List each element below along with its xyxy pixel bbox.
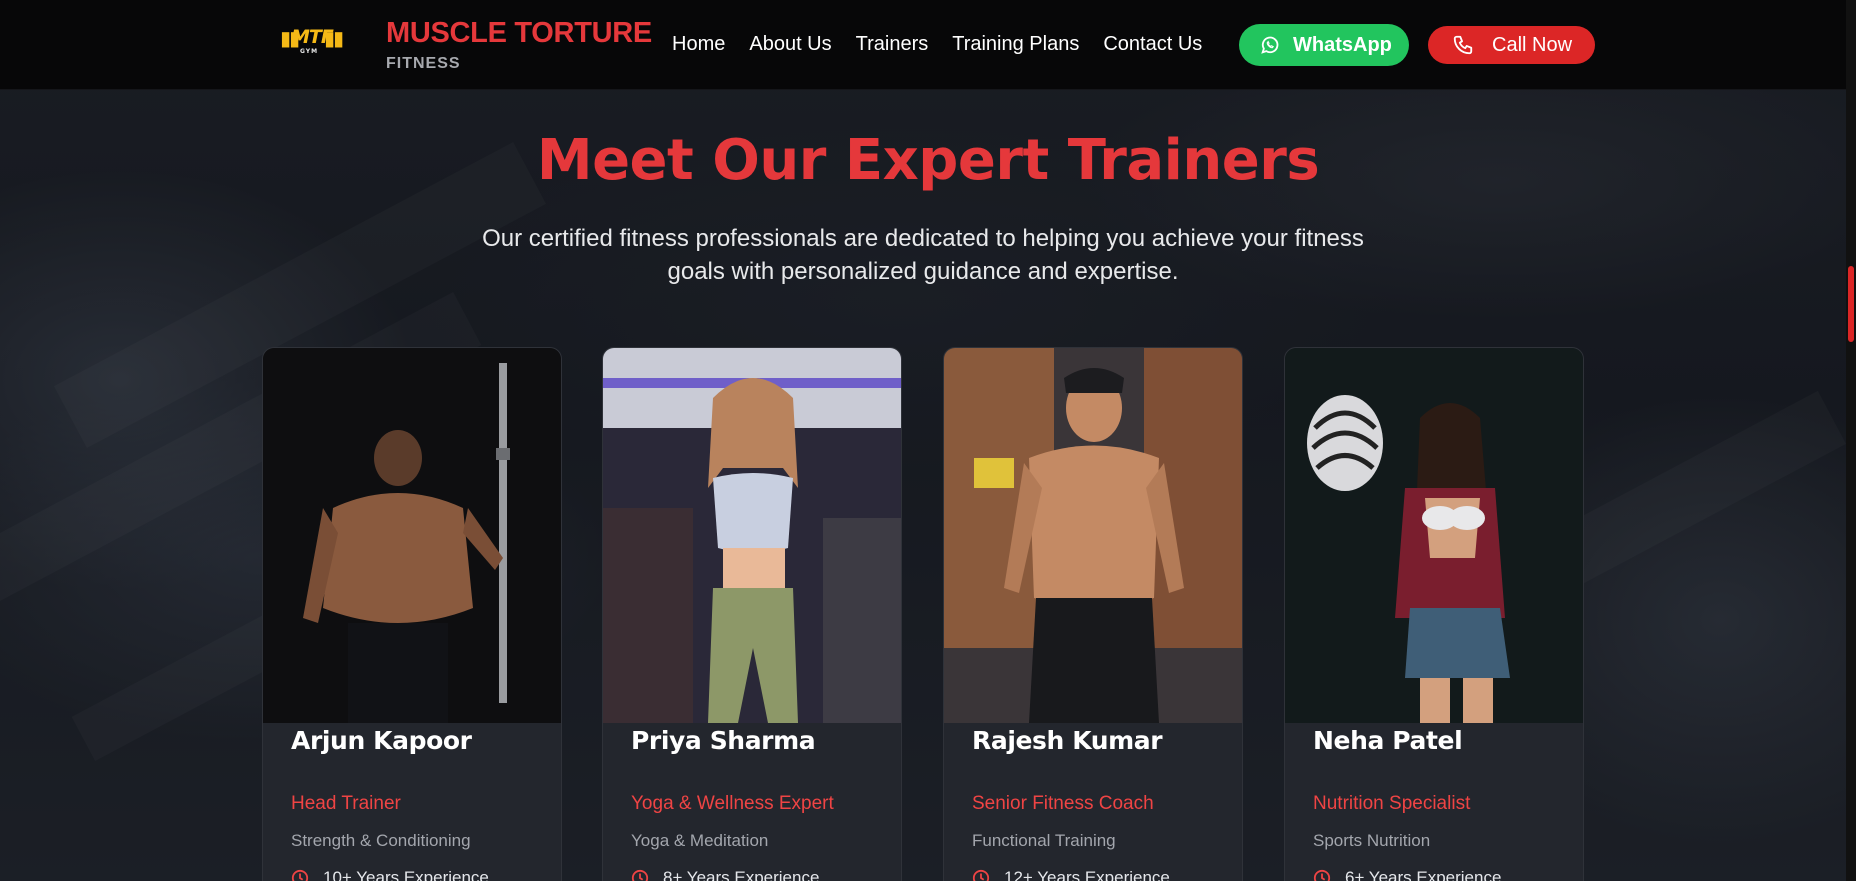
- site-header: ▮▮ MTF ▮▮ GYM MUSCLE TORTURE FITNESS Hom…: [0, 0, 1856, 90]
- experience-text: 10+ Years Experience: [323, 868, 489, 881]
- clock-icon: [972, 869, 990, 881]
- trainer-card[interactable]: Priya Sharma Yoga & Wellness Expert Yoga…: [602, 347, 902, 881]
- trainer-photo: [603, 348, 901, 723]
- scrollbar[interactable]: [1846, 0, 1856, 881]
- trainer-role: Senior Fitness Coach: [972, 793, 1154, 814]
- trainer-name: Neha Patel: [1313, 726, 1463, 755]
- call-now-button[interactable]: Call Now: [1428, 26, 1595, 64]
- trainer-name: Priya Sharma: [631, 726, 816, 755]
- whatsapp-icon: [1261, 36, 1279, 54]
- whatsapp-button[interactable]: WhatsApp: [1239, 24, 1409, 66]
- trainer-photo: [944, 348, 1242, 723]
- experience-text: 8+ Years Experience: [663, 868, 820, 881]
- phone-icon: [1453, 35, 1473, 55]
- call-label: Call Now: [1492, 33, 1573, 56]
- trainer-experience: 10+ Years Experience: [291, 868, 489, 881]
- nav-training-plans[interactable]: Training Plans: [952, 33, 1079, 56]
- brand-name[interactable]: MUSCLE TORTURE: [386, 17, 652, 50]
- trainer-photo: [263, 348, 561, 723]
- experience-text: 12+ Years Experience: [1004, 868, 1170, 881]
- experience-text: 6+ Years Experience: [1345, 868, 1502, 881]
- clock-icon: [1313, 869, 1331, 881]
- clock-icon: [291, 869, 309, 881]
- trainer-card[interactable]: Neha Patel Nutrition Specialist Sports N…: [1284, 347, 1584, 881]
- whatsapp-label: WhatsApp: [1293, 33, 1392, 56]
- trainer-specialty: Yoga & Meditation: [631, 831, 769, 850]
- nav-about[interactable]: About Us: [749, 33, 831, 56]
- trainer-specialty: Sports Nutrition: [1313, 831, 1431, 850]
- main-nav: Home About Us Trainers Training Plans Co…: [672, 33, 1226, 56]
- nav-contact[interactable]: Contact Us: [1103, 33, 1202, 56]
- trainer-specialty: Functional Training: [972, 831, 1116, 850]
- trainer-specialty: Strength & Conditioning: [291, 831, 471, 850]
- trainer-experience: 8+ Years Experience: [631, 868, 819, 881]
- trainer-name: Rajesh Kumar: [972, 726, 1163, 755]
- trainer-experience: 6+ Years Experience: [1313, 868, 1501, 881]
- clock-icon: [631, 869, 649, 881]
- nav-home[interactable]: Home: [672, 33, 725, 56]
- trainer-role: Head Trainer: [291, 793, 401, 814]
- scrollbar-thumb[interactable]: [1848, 266, 1854, 342]
- trainer-experience: 12+ Years Experience: [972, 868, 1170, 881]
- trainer-name: Arjun Kapoor: [291, 726, 472, 755]
- section-subtitle: Our certified fitness professionals are …: [482, 225, 1364, 285]
- trainer-role: Nutrition Specialist: [1313, 793, 1471, 814]
- brand-sub: FITNESS: [386, 55, 461, 72]
- trainer-photo: [1285, 348, 1583, 723]
- logo[interactable]: ▮▮ MTF ▮▮ GYM: [278, 22, 344, 56]
- trainer-card[interactable]: Rajesh Kumar Senior Fitness Coach Functi…: [943, 347, 1243, 881]
- trainer-role: Yoga & Wellness Expert: [631, 793, 834, 814]
- section-title: Meet Our Expert Trainers: [536, 128, 1320, 193]
- logo-sub: GYM: [300, 48, 319, 55]
- dumbbell-right-icon: ▮▮: [323, 26, 344, 50]
- nav-trainers[interactable]: Trainers: [856, 33, 929, 56]
- trainer-card[interactable]: Arjun Kapoor Head Trainer Strength & Con…: [262, 347, 562, 881]
